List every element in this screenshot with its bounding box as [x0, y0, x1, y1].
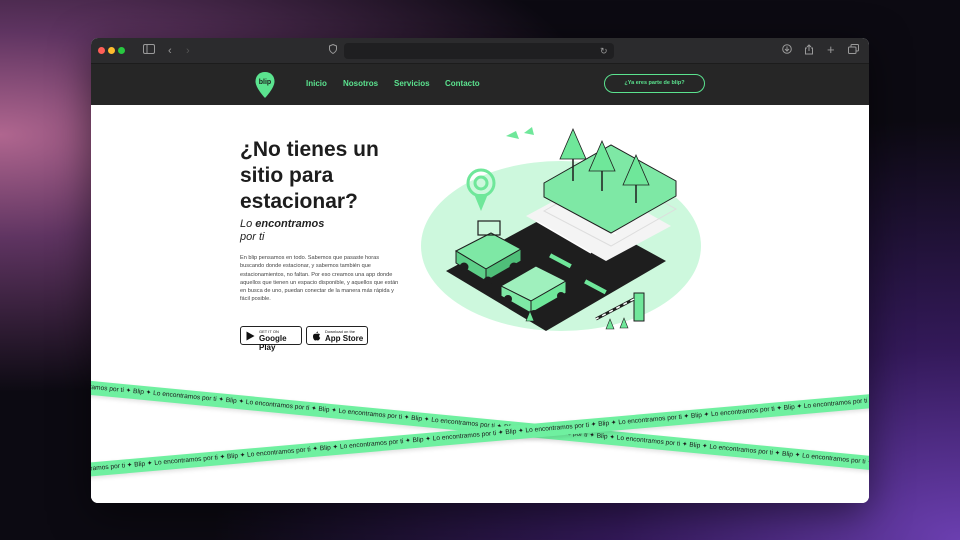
- browser-titlebar: ‹ › ↻ +: [91, 38, 869, 64]
- tape-decoration: Lo encontramos por ti ✦ Blip ✦ Lo encont…: [91, 105, 869, 503]
- site-navbar: blip Inicio Nosotros Servicios Contacto …: [91, 64, 869, 105]
- address-bar[interactable]: ↻: [344, 43, 614, 59]
- new-tab-icon[interactable]: +: [827, 43, 835, 57]
- nav-nosotros[interactable]: Nosotros: [343, 79, 378, 88]
- nav-inicio[interactable]: Inicio: [306, 79, 327, 88]
- nav-servicios[interactable]: Servicios: [394, 79, 430, 88]
- sidebar-icon[interactable]: [143, 44, 155, 58]
- minimize-window-button[interactable]: [108, 47, 115, 54]
- member-cta-button[interactable]: ¿Ya eres parte de blip?: [604, 74, 705, 93]
- reload-icon[interactable]: ↻: [600, 44, 608, 58]
- browser-window: ‹ › ↻ + blip Inicio Nosotros Servicios C…: [91, 38, 869, 503]
- tab-overview-icon[interactable]: [848, 44, 859, 58]
- shield-icon[interactable]: [329, 43, 337, 58]
- forward-icon[interactable]: ›: [186, 44, 190, 58]
- logo-text: blip: [259, 79, 271, 86]
- hero-section: ¿No tienes un sitio para estacionar? Lo …: [91, 105, 869, 503]
- share-icon[interactable]: [804, 44, 814, 59]
- download-icon[interactable]: [782, 44, 792, 58]
- blip-logo[interactable]: blip: [254, 71, 276, 99]
- maximize-window-button[interactable]: [118, 47, 125, 54]
- nav-contacto[interactable]: Contacto: [445, 79, 480, 88]
- close-window-button[interactable]: [98, 47, 105, 54]
- back-icon[interactable]: ‹: [168, 44, 172, 58]
